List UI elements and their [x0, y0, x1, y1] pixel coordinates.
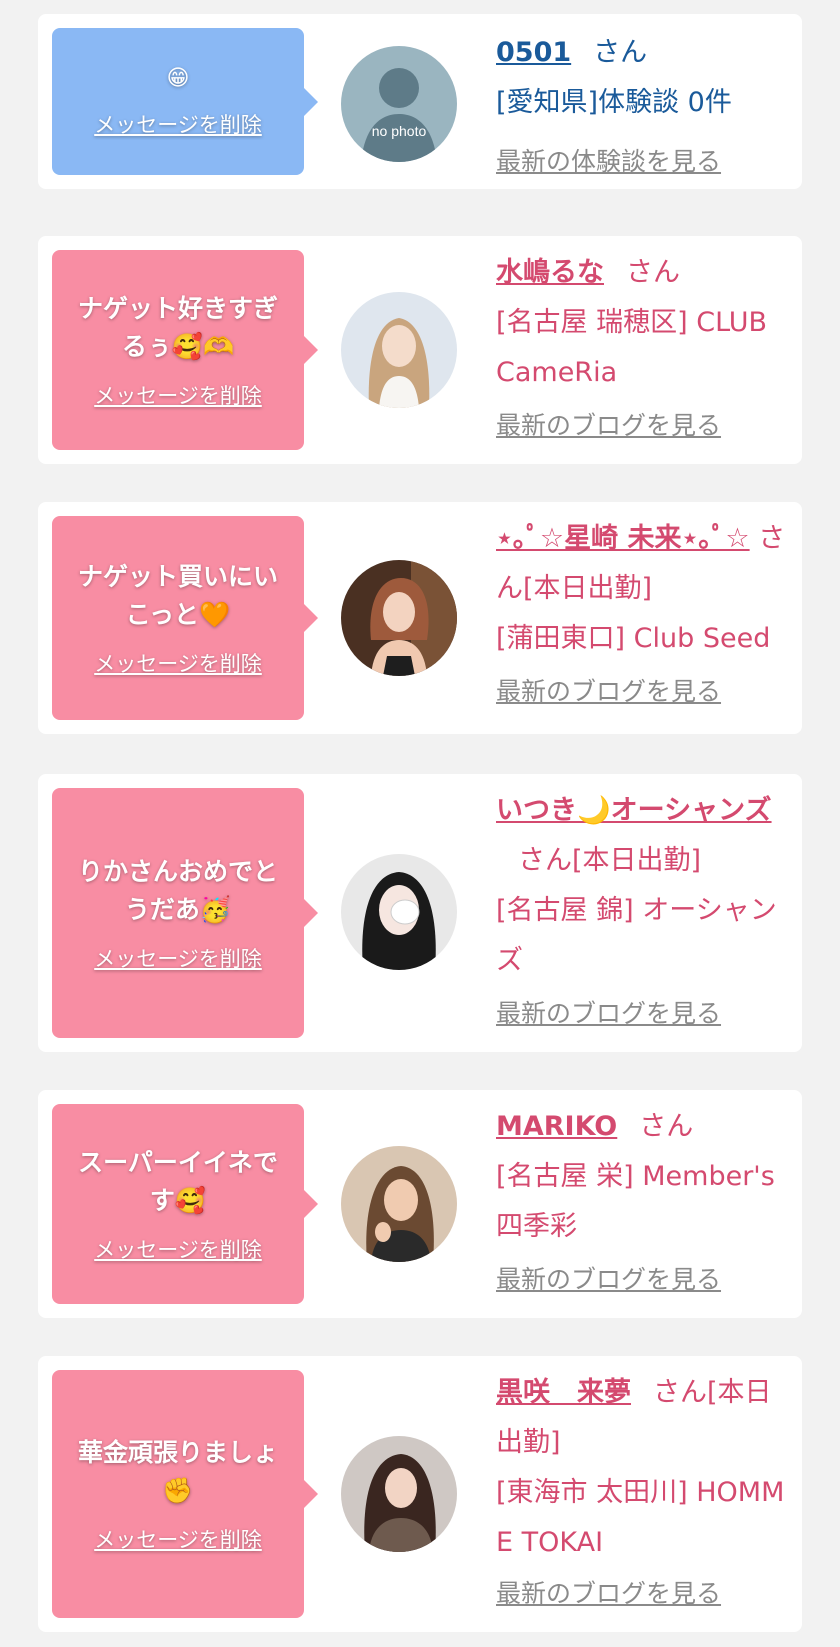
message-card: ナゲット買いにいこっと🧡 メッセージを削除 ⋆｡ﾟ☆星崎 未来⋆｡ﾟ☆ さん[本… — [38, 502, 802, 734]
delete-message-link[interactable]: メッセージを削除 — [94, 943, 262, 973]
avatar[interactable]: no photo — [341, 46, 457, 162]
user-name-link[interactable]: いつき🌙オーシャンズ — [496, 795, 772, 826]
avatar-photo — [341, 854, 457, 970]
delete-message-link[interactable]: メッセージを削除 — [94, 109, 262, 139]
message-card: りかさんおめでとうだあ🥳 メッセージを削除 いつき🌙オーシャンズさん[本日出勤]… — [38, 774, 802, 1052]
user-location: [名古屋 錦] オーシャンズ — [496, 895, 777, 976]
avatar[interactable] — [341, 1436, 457, 1552]
avatar[interactable] — [341, 292, 457, 408]
user-name-link[interactable]: 黒咲 来夢 — [496, 1377, 631, 1408]
user-info: 0501 さん [愛知県]体験談 0件 — [496, 28, 792, 128]
user-location: [名古屋 瑞穂区] CLUB CameRia — [496, 307, 768, 388]
message-bubble: スーパーイイネです🥰 メッセージを削除 — [52, 1104, 318, 1304]
user-info: 水嶋るな さん [名古屋 瑞穂区] CLUB CameRia — [496, 248, 792, 398]
message-card: スーパーイイネです🥰 メッセージを削除 MARIKO さん [名古屋 栄] Mem… — [38, 1090, 802, 1318]
message-text: 華金頑張りましょ✊ — [77, 1438, 278, 1505]
message-text: ナゲット好きすぎるぅ🥰🫶 — [77, 294, 278, 361]
view-latest-link[interactable]: 最新の体験談を見る — [496, 142, 721, 178]
message-bubble: 華金頑張りましょ✊ メッセージを削除 — [52, 1370, 318, 1618]
message-bubble: ナゲット好きすぎるぅ🥰🫶 メッセージを削除 — [52, 250, 318, 450]
view-latest-link[interactable]: 最新のブログを見る — [496, 1260, 721, 1296]
user-location: [愛知県]体験談 0件 — [496, 87, 732, 118]
message-bubble: りかさんおめでとうだあ🥳 メッセージを削除 — [52, 788, 318, 1038]
honorific: さん[本日出勤] — [518, 845, 702, 876]
user-name-link[interactable]: 0501 — [496, 37, 571, 68]
message-bubble: 😁 メッセージを削除 — [52, 28, 318, 175]
view-latest-link[interactable]: 最新のブログを見る — [496, 1574, 721, 1610]
no-photo-silhouette-icon: no photo — [341, 46, 457, 162]
delete-message-link[interactable]: メッセージを削除 — [94, 380, 262, 410]
message-card: 華金頑張りましょ✊ メッセージを削除 黒咲 来夢 さん[本日出勤] [東海市 太田… — [38, 1356, 802, 1632]
user-info: 黒咲 来夢 さん[本日出勤] [東海市 太田川] HOMME TOKAI — [496, 1368, 792, 1568]
avatar[interactable] — [341, 854, 457, 970]
user-info: ⋆｡ﾟ☆星崎 未来⋆｡ﾟ☆ さん[本日出勤] [蒲田東口] Club Seed — [496, 514, 792, 664]
no-photo-label: no photo — [372, 123, 427, 139]
message-text: スーパーイイネです🥰 — [78, 1148, 278, 1215]
avatar[interactable] — [341, 560, 457, 676]
delete-message-link[interactable]: メッセージを削除 — [94, 648, 262, 678]
avatar-photo — [341, 560, 457, 676]
message-bubble: ナゲット買いにいこっと🧡 メッセージを削除 — [52, 516, 318, 720]
view-latest-link[interactable]: 最新のブログを見る — [496, 672, 721, 708]
delete-message-link[interactable]: メッセージを削除 — [94, 1234, 262, 1264]
user-name-link[interactable]: 水嶋るな — [496, 257, 604, 288]
avatar[interactable] — [341, 1146, 457, 1262]
view-latest-link[interactable]: 最新のブログを見る — [496, 406, 721, 442]
user-location: [蒲田東口] Club Seed — [496, 623, 771, 654]
avatar-photo — [341, 292, 457, 408]
message-card: ナゲット好きすぎるぅ🥰🫶 メッセージを削除 水嶋るな さん [名古屋 瑞穂区] C… — [38, 236, 802, 464]
user-location: [名古屋 栄] Member's 四季彩 — [496, 1161, 775, 1242]
message-text: 😁 — [166, 65, 190, 91]
delete-message-link[interactable]: メッセージを削除 — [94, 1524, 262, 1554]
message-text: ナゲット買いにいこっと🧡 — [77, 562, 278, 629]
user-name-link[interactable]: MARIKO — [496, 1111, 617, 1142]
avatar-photo — [341, 1436, 457, 1552]
honorific: さん — [639, 1111, 694, 1142]
user-info: MARIKO さん [名古屋 栄] Member's 四季彩 — [496, 1102, 792, 1252]
user-location: [東海市 太田川] HOMME TOKAI — [496, 1477, 785, 1558]
honorific: さん — [593, 37, 648, 68]
avatar-photo — [341, 1146, 457, 1262]
user-name-link[interactable]: ⋆｡ﾟ☆星崎 未来⋆｡ﾟ☆ — [496, 523, 750, 554]
user-info: いつき🌙オーシャンズさん[本日出勤] [名古屋 錦] オーシャンズ — [496, 786, 792, 986]
honorific: さん — [626, 257, 680, 288]
view-latest-link[interactable]: 最新のブログを見る — [496, 994, 721, 1030]
message-text: りかさんおめでとうだあ🥳 — [77, 857, 278, 924]
message-card: 😁 メッセージを削除 no photo 0501 さん [愛知県]体験談 0件 最… — [38, 14, 802, 189]
